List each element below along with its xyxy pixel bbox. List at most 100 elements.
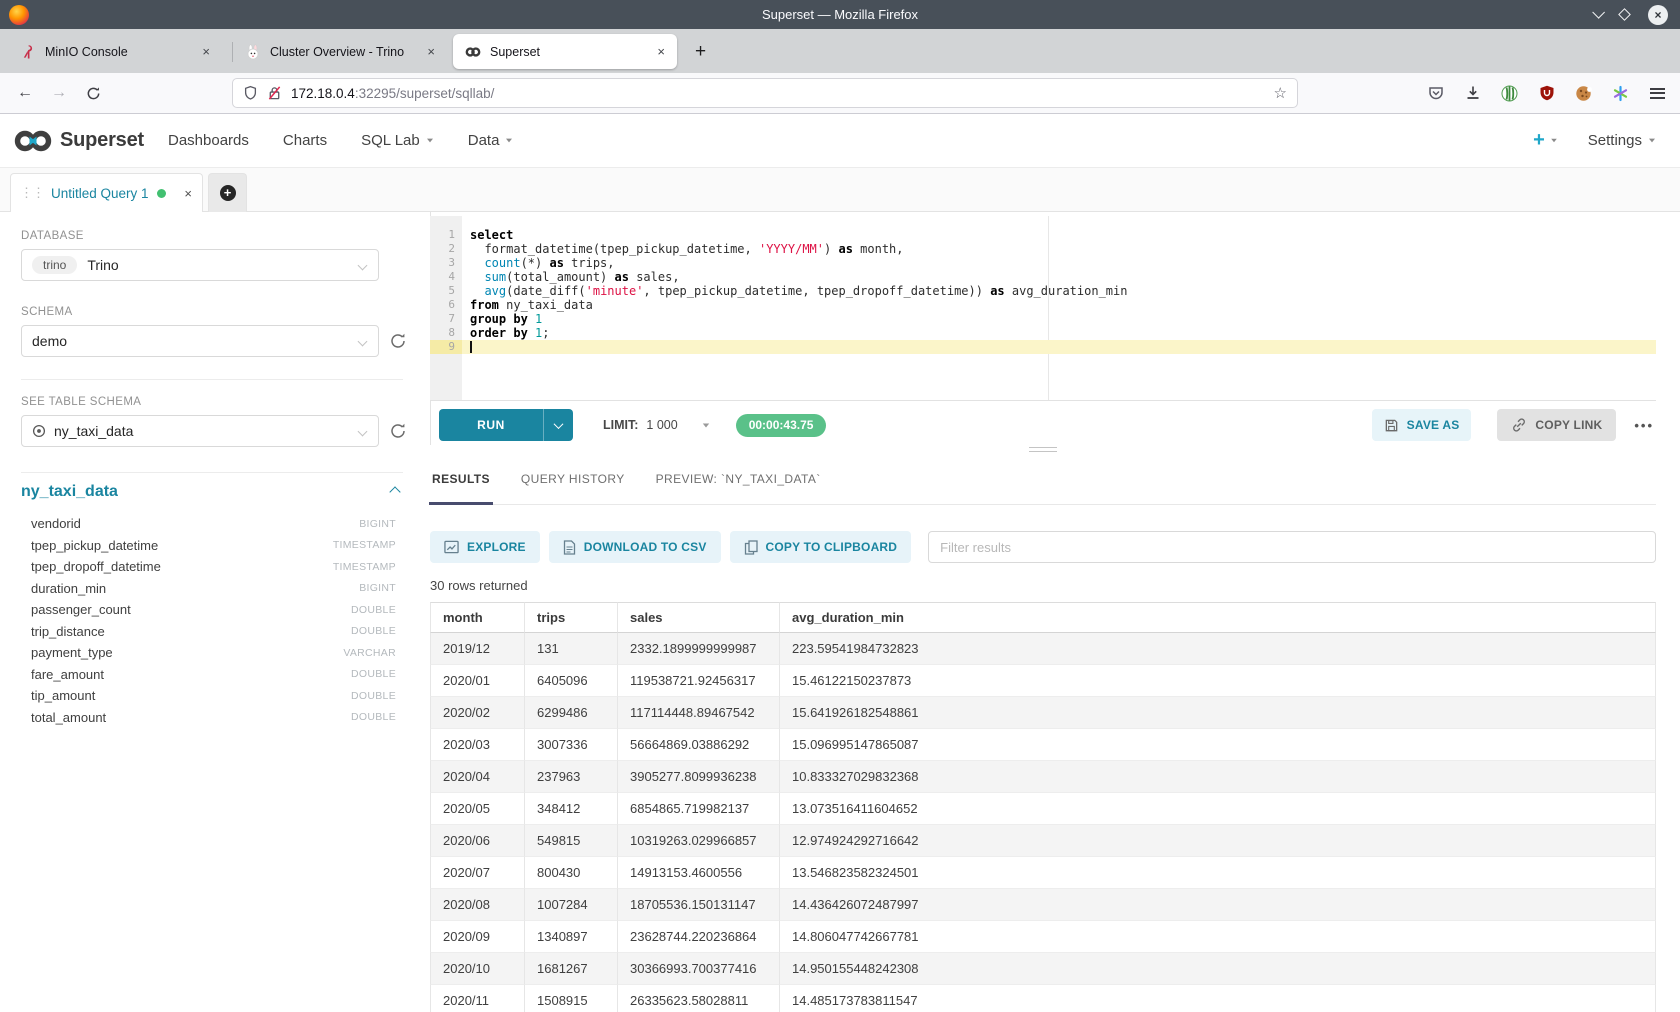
table-row: 2020/042379633905277.809993623810.833327… bbox=[430, 761, 1656, 793]
collapse-chevron-icon[interactable] bbox=[389, 486, 400, 497]
forward-button: → bbox=[42, 84, 76, 102]
tab-close-icon[interactable]: × bbox=[423, 44, 439, 59]
table-cell: 2020/08 bbox=[430, 889, 525, 921]
browser-tab-title: Superset bbox=[490, 45, 653, 59]
column-header-trips[interactable]: trips bbox=[525, 602, 618, 633]
copy-clipboard-button[interactable]: COPY TO CLIPBOARD bbox=[730, 531, 912, 563]
more-options-button[interactable]: ••• bbox=[1634, 418, 1654, 433]
table-cell: 348412 bbox=[525, 793, 618, 825]
url-text[interactable]: 172.18.0.4:32295/superset/sqllab/ bbox=[291, 86, 1274, 101]
editor-line[interactable]: 9 bbox=[430, 340, 1656, 354]
copy-link-button[interactable]: COPY LINK bbox=[1497, 409, 1616, 441]
database-select[interactable]: trino Trino bbox=[21, 249, 379, 281]
table-select[interactable]: ny_taxi_data bbox=[21, 415, 379, 447]
editor-line[interactable]: 5 avg(date_diff('minute', tpep_pickup_da… bbox=[430, 284, 1656, 298]
divider bbox=[21, 379, 403, 380]
superset-logo[interactable]: Superset bbox=[12, 127, 144, 155]
privacy-badger-icon[interactable] bbox=[1501, 85, 1518, 102]
tab-close-icon[interactable]: × bbox=[198, 44, 214, 59]
ublock-origin-icon[interactable] bbox=[1538, 85, 1555, 102]
column-header-avg-duration[interactable]: avg_duration_min bbox=[780, 602, 1656, 633]
filter-results-input[interactable] bbox=[928, 531, 1656, 563]
editor-line[interactable]: 1select bbox=[430, 228, 1656, 242]
caret-down-icon bbox=[703, 423, 709, 427]
add-query-tab[interactable]: + bbox=[208, 173, 247, 212]
schema-column[interactable]: duration_minBIGINT bbox=[21, 578, 403, 600]
tab-query-history[interactable]: QUERY HISTORY bbox=[521, 454, 625, 504]
schema-column[interactable]: total_amountDOUBLE bbox=[21, 707, 403, 729]
line-number: 4 bbox=[430, 270, 462, 284]
table-cell: 10319263.029966857 bbox=[618, 825, 780, 857]
schema-column[interactable]: vendoridBIGINT bbox=[21, 513, 403, 535]
editor-line[interactable]: 8order by 1; bbox=[430, 326, 1656, 340]
run-button[interactable]: RUN bbox=[439, 409, 573, 441]
schema-column[interactable]: fare_amountDOUBLE bbox=[21, 664, 403, 686]
browser-tab-trino[interactable]: Cluster Overview - Trino × bbox=[233, 34, 447, 69]
downloads-icon[interactable] bbox=[1464, 85, 1481, 102]
back-button[interactable]: ← bbox=[8, 84, 42, 102]
column-type: DOUBLE bbox=[351, 604, 403, 616]
column-header-sales[interactable]: sales bbox=[618, 602, 780, 633]
asterisk-extension-icon[interactable] bbox=[1612, 85, 1629, 102]
refresh-tables-icon[interactable] bbox=[389, 422, 407, 440]
line-code: order by 1; bbox=[462, 326, 1656, 340]
nav-item-sql-lab[interactable]: SQL Lab bbox=[361, 132, 434, 149]
nav-item-data[interactable]: Data bbox=[468, 132, 514, 149]
lock-insecure-icon[interactable] bbox=[267, 85, 282, 101]
window-maximize-icon[interactable] bbox=[1618, 8, 1631, 21]
shield-icon[interactable] bbox=[243, 85, 258, 101]
browser-tab-minio[interactable]: MinIO Console × bbox=[8, 34, 222, 69]
table-schema-title[interactable]: ny_taxi_data bbox=[21, 483, 118, 501]
pocket-icon[interactable] bbox=[1427, 85, 1444, 102]
table-cell: 6405096 bbox=[525, 665, 618, 697]
download-csv-button[interactable]: DOWNLOAD TO CSV bbox=[549, 531, 721, 563]
browser-tab-superset[interactable]: Superset × bbox=[453, 34, 677, 69]
schema-column[interactable]: payment_typeVARCHAR bbox=[21, 642, 403, 664]
editor-line[interactable]: 4 sum(total_amount) as sales, bbox=[430, 270, 1656, 284]
query-tab-close-icon[interactable]: × bbox=[184, 186, 192, 201]
tab-preview[interactable]: PREVIEW: `NY_TAXI_DATA` bbox=[656, 454, 821, 504]
column-name: payment_type bbox=[31, 645, 113, 660]
explore-button[interactable]: EXPLORE bbox=[430, 531, 540, 563]
refresh-schemas-icon[interactable] bbox=[389, 332, 407, 350]
editor-line[interactable]: 2 format_datetime(tpep_pickup_datetime, … bbox=[430, 242, 1656, 256]
editor-line[interactable]: 6from ny_taxi_data bbox=[430, 298, 1656, 312]
schema-column[interactable]: tip_amountDOUBLE bbox=[21, 685, 403, 707]
menu-hamburger-icon[interactable] bbox=[1649, 85, 1666, 102]
limit-dropdown[interactable]: LIMIT: 1 000 bbox=[603, 418, 710, 432]
line-code: group by 1 bbox=[462, 312, 1656, 326]
query-tab-active[interactable]: ⋮⋮ Untitled Query 1 × bbox=[10, 173, 203, 212]
window-minimize-icon[interactable] bbox=[1592, 6, 1605, 19]
column-header-month[interactable]: month bbox=[430, 602, 525, 633]
table-cell: 119538721.92456317 bbox=[618, 665, 780, 697]
schema-select[interactable]: demo bbox=[21, 325, 379, 357]
schema-column[interactable]: trip_distanceDOUBLE bbox=[21, 621, 403, 643]
sql-editor[interactable]: 1select2 format_datetime(tpep_pickup_dat… bbox=[430, 216, 1656, 401]
sql-editor-panel: 1select2 format_datetime(tpep_pickup_dat… bbox=[430, 212, 1656, 1012]
reload-button[interactable] bbox=[76, 86, 110, 101]
window-close-icon[interactable]: × bbox=[1648, 5, 1668, 25]
editor-line[interactable]: 7group by 1 bbox=[430, 312, 1656, 326]
editor-line[interactable]: 3 count(*) as trips, bbox=[430, 256, 1656, 270]
tab-close-icon[interactable]: × bbox=[653, 44, 669, 59]
schema-column[interactable]: passenger_countDOUBLE bbox=[21, 599, 403, 621]
new-tab-button[interactable]: + bbox=[695, 41, 706, 63]
settings-menu[interactable]: Settings bbox=[1588, 132, 1656, 149]
nav-item-dashboards[interactable]: Dashboards bbox=[168, 132, 249, 149]
resize-handle[interactable] bbox=[1029, 447, 1057, 452]
save-as-button[interactable]: SAVE AS bbox=[1372, 409, 1472, 441]
new-item-button[interactable]: + bbox=[1533, 129, 1558, 152]
limit-label: LIMIT: bbox=[603, 418, 638, 432]
url-bar[interactable]: 172.18.0.4:32295/superset/sqllab/ ☆ bbox=[232, 78, 1298, 108]
drag-handle-icon[interactable]: ⋮⋮ bbox=[20, 185, 44, 201]
cookie-extension-icon[interactable] bbox=[1575, 85, 1592, 102]
run-button-label[interactable]: RUN bbox=[439, 409, 543, 441]
tab-results[interactable]: RESULTS bbox=[432, 454, 490, 504]
browser-tab-strip: MinIO Console × Cluster Overview - Trino… bbox=[0, 29, 1680, 73]
bookmark-star-icon[interactable]: ☆ bbox=[1274, 84, 1287, 102]
nav-item-charts[interactable]: Charts bbox=[283, 132, 327, 149]
schema-column[interactable]: tpep_dropoff_datetimeTIMESTAMP bbox=[21, 556, 403, 578]
table-cell: 2020/03 bbox=[430, 729, 525, 761]
schema-column[interactable]: tpep_pickup_datetimeTIMESTAMP bbox=[21, 535, 403, 557]
run-options-button[interactable] bbox=[543, 409, 573, 441]
